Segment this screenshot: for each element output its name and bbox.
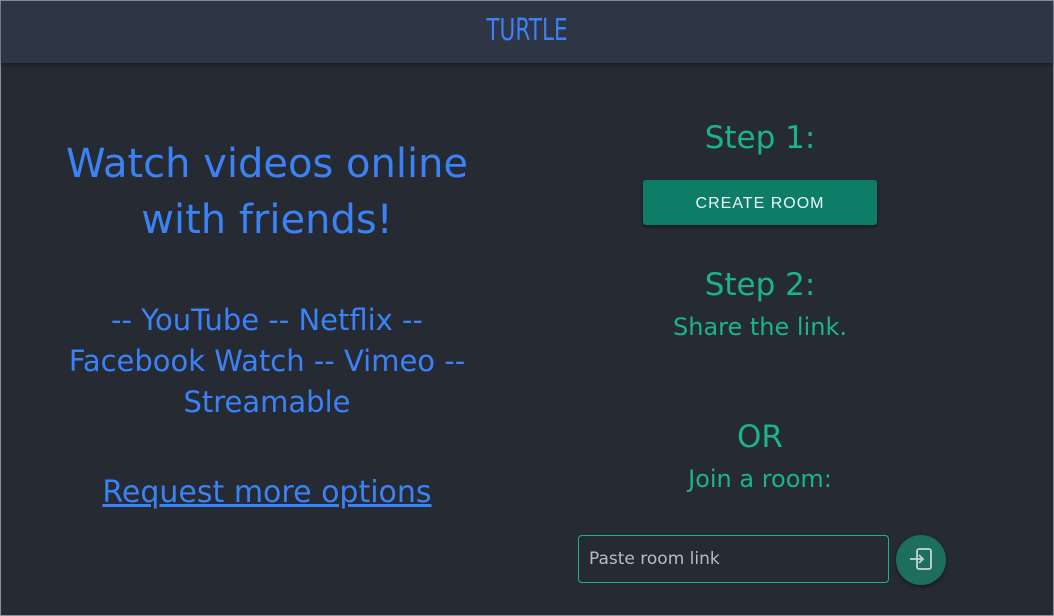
hero-section: Watch videos online with friends! -- You…	[34, 136, 500, 510]
step1-title: Step 1:	[704, 120, 816, 156]
step2-share-text: Share the link.	[673, 313, 847, 341]
step2-title: Step 2:	[704, 267, 816, 303]
create-room-button[interactable]: CREATE ROOM	[643, 180, 877, 225]
request-more-options-link[interactable]: Request more options	[102, 475, 431, 510]
services-line-2: Facebook Watch -- Vimeo --	[68, 344, 466, 378]
hero-headline: Watch videos online with friends!	[34, 136, 500, 248]
headline-line-1: Watch videos online	[65, 141, 469, 187]
supported-services: -- YouTube -- Netflix -- Facebook Watch …	[34, 300, 500, 423]
services-line-3: Streamable	[183, 385, 351, 419]
join-room-button[interactable]	[896, 535, 946, 585]
headline-line-2: with friends!	[141, 197, 393, 243]
join-room-form	[578, 535, 958, 587]
or-divider-text: OR	[737, 419, 783, 455]
room-link-input[interactable]	[578, 535, 889, 583]
top-navbar: TURTLE	[1, 1, 1053, 63]
services-line-1: -- YouTube -- Netflix --	[111, 303, 423, 337]
enter-icon	[908, 546, 934, 575]
steps-panel: Step 1: CREATE ROOM Step 2: Share the li…	[570, 120, 950, 493]
brand-logo[interactable]: TURTLE	[148, 13, 905, 48]
join-room-label: Join a room:	[688, 465, 832, 493]
